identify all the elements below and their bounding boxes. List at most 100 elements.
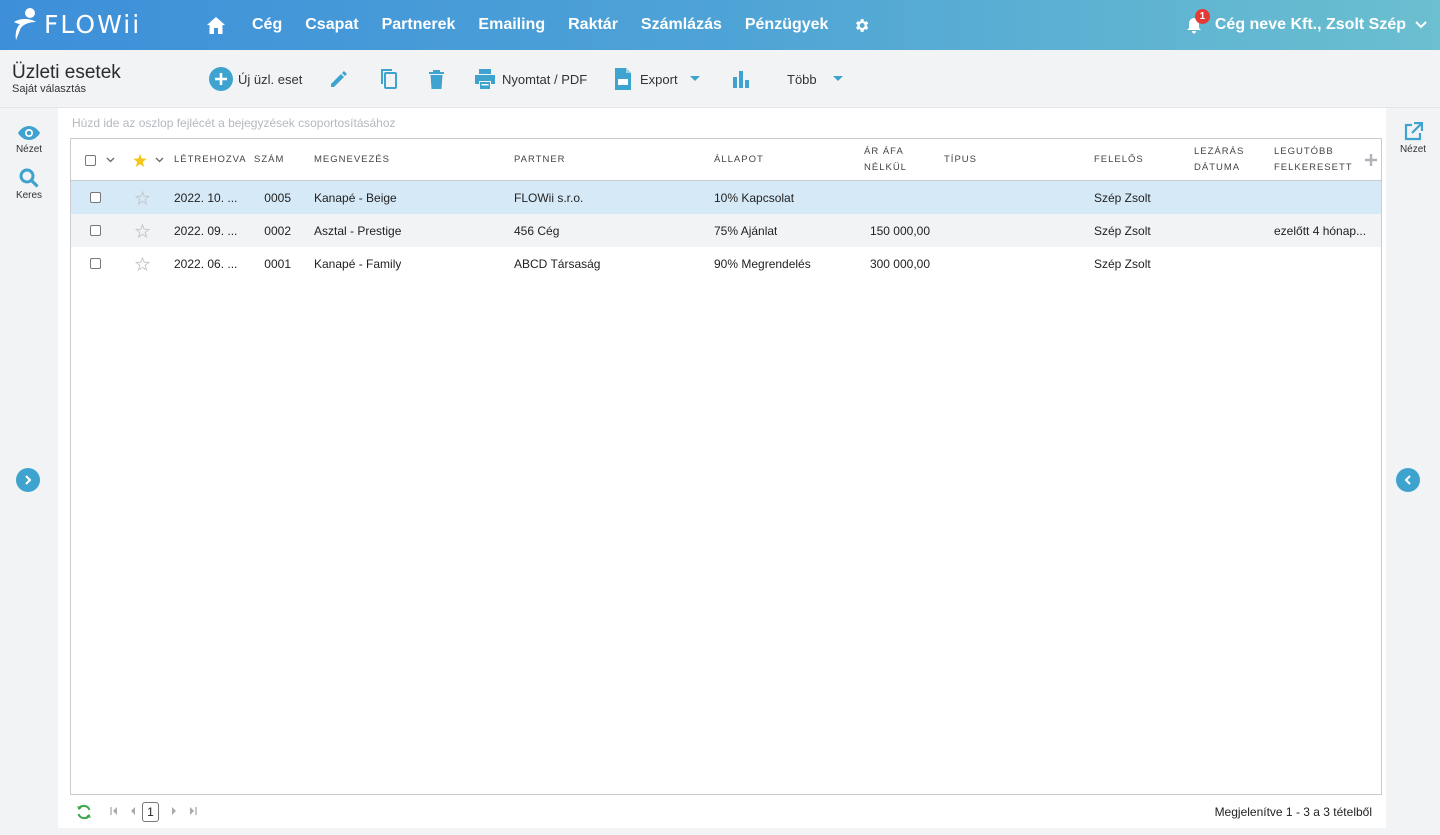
view-button[interactable]: Nézet [0,126,58,155]
right-view-label: Nézet [1399,144,1427,155]
bell-icon[interactable]: 1 [1186,9,1210,35]
column-header-last-visited[interactable]: Legutóbb felkeresett [1274,139,1353,181]
business-cases-grid: Létrehozva Szám Megnevezés Partner Állap… [70,138,1382,795]
current-page-number[interactable]: 1 [142,801,159,822]
cell-owner: Szép Zsolt [1094,190,1151,205]
excel-file-icon [615,68,631,90]
user-menu[interactable]: 1 Cég neve Kft., Zsolt Szép [1186,0,1428,50]
page-title: Üzleti esetek [12,62,121,83]
cell-created: 2022. 06. ... [174,256,238,271]
logo-text: FLOWii [44,9,142,39]
star-outline-icon[interactable] [135,247,150,280]
right-sidebar: Nézet [1386,108,1440,835]
flowii-logo-icon [12,8,38,40]
nav-item-ceg[interactable]: Cég [252,16,282,34]
copy-icon [381,69,397,89]
column-header-price[interactable]: Ár áfa nélkül [864,139,907,181]
cell-price: 150 000,00 [869,223,930,238]
row-checkbox[interactable] [90,181,101,214]
column-header-price-line2: nélkül [864,162,907,173]
table-row[interactable]: 2022. 10. ... 0005 Kanapé - Beige FLOWii… [71,181,1381,214]
add-column-plus-icon[interactable] [1365,139,1377,181]
table-row[interactable]: 2022. 09. ... 0002 Asztal - Prestige 456… [71,214,1381,247]
last-page-icon[interactable] [189,806,197,818]
cell-price [864,181,930,214]
printer-icon [475,69,495,89]
cell-status: 10% Kapcsolat [714,190,795,205]
column-header-type[interactable]: Típus [944,139,977,181]
chevron-down-icon [1414,18,1428,32]
cell-number: 0002 [264,223,291,238]
refresh-icon[interactable] [76,804,92,825]
bar-chart-icon [733,71,749,88]
pager-summary: Megjelenítve 1 - 3 a 3 tételből [1214,804,1372,819]
main-menu: Cég Csapat Partnerek Emailing Raktár Szá… [205,0,871,50]
export-label: Export [640,71,678,87]
nav-item-raktar[interactable]: Raktár [568,16,618,34]
row-checkbox[interactable] [90,214,101,247]
new-business-case-button[interactable]: Új üzl. eset [209,50,302,108]
cell-name[interactable]: Kanapé - Family [314,247,401,280]
cell-status: 75% Ajánlat [714,223,778,238]
print-pdf-label: Nyomtat / PDF [502,71,588,87]
cell-partner[interactable]: 456 Cég [514,214,559,247]
table-row[interactable]: 2022. 06. ... 0001 Kanapé - Family ABCD … [71,247,1381,280]
cell-number: 0001 [264,256,291,271]
home-icon[interactable] [205,14,227,36]
select-all-checkbox[interactable] [85,139,96,181]
cell-created: 2022. 10. ... [174,190,238,205]
pencil-icon [331,71,347,87]
view-label: Nézet [15,144,43,155]
search-icon [19,168,39,188]
column-header-close-line1: Lezárás [1194,146,1245,157]
column-header-status[interactable]: Állapot [714,139,764,181]
user-label: Cég neve Kft., Zsolt Szép [1214,16,1406,33]
column-header-number[interactable]: Szám [254,139,284,181]
cell-owner: Szép Zsolt [1094,256,1151,271]
star-outline-icon[interactable] [135,181,150,214]
statistics-button[interactable] [732,50,750,108]
gear-icon[interactable] [851,15,871,35]
nav-item-szamlazas[interactable]: Számlázás [641,16,722,34]
delete-button[interactable] [428,50,445,108]
cell-name[interactable]: Kanapé - Beige [314,181,397,214]
favorite-filter-star-icon[interactable] [133,139,147,181]
column-header-price-line1: Ár áfa [864,146,904,157]
first-page-icon[interactable] [110,806,118,818]
expand-left-panel-button[interactable] [16,468,40,492]
nav-item-penzugyek[interactable]: Pénzügyek [745,16,829,34]
nav-item-emailing[interactable]: Emailing [478,16,545,34]
chevron-down-icon[interactable] [155,139,164,181]
edit-button[interactable] [329,50,349,108]
cell-name[interactable]: Asztal - Prestige [314,214,401,247]
next-page-icon[interactable] [171,806,177,818]
nav-item-partnerek[interactable]: Partnerek [382,16,456,34]
open-view-button[interactable]: Nézet [1386,122,1440,155]
column-header-visited-line1: Legutóbb [1274,146,1334,157]
cell-partner[interactable]: ABCD Társaság [514,247,600,280]
nav-item-csapat[interactable]: Csapat [305,16,358,34]
flowii-logo[interactable]: FLOWii [12,8,141,40]
chevron-down-icon[interactable] [106,139,115,181]
toolbar: Üzleti esetek Saját választás Új üzl. es… [0,50,1440,108]
column-header-close-date[interactable]: Lezárás dátuma [1194,139,1244,181]
column-header-partner[interactable]: Partner [514,139,566,181]
more-button[interactable]: Több [787,50,843,108]
group-by-drop-zone[interactable]: Húzd ide az oszlop fejlécét a bejegyzése… [72,116,396,130]
star-outline-icon[interactable] [135,214,150,247]
grid-header: Létrehozva Szám Megnevezés Partner Állap… [71,139,1381,181]
search-button[interactable]: Keres [0,168,58,201]
print-pdf-button[interactable]: Nyomtat / PDF [474,50,587,108]
export-button[interactable]: Export [614,50,700,108]
cell-last-visited [1274,181,1374,214]
column-header-name[interactable]: Megnevezés [314,139,390,181]
row-checkbox[interactable] [90,247,101,280]
column-header-owner[interactable]: Felelős [1094,139,1144,181]
column-header-visited-line2: felkeresett [1274,162,1353,173]
copy-button[interactable] [378,50,398,108]
cell-partner[interactable]: FLOWii s.r.o. [514,181,583,214]
previous-page-icon[interactable] [130,806,136,818]
page-subtitle[interactable]: Saját választás [12,83,86,95]
expand-right-panel-button[interactable] [1396,468,1420,492]
column-header-created[interactable]: Létrehozva [174,139,247,181]
